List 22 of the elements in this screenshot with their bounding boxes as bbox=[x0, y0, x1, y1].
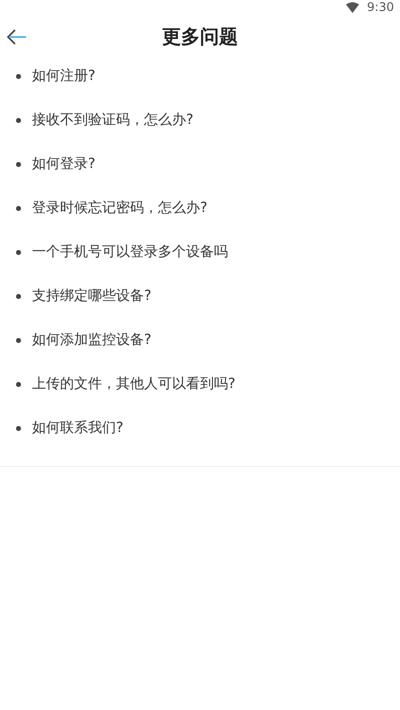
wifi-icon bbox=[346, 2, 360, 12]
page-title: 更多问题 bbox=[162, 24, 238, 50]
question-link[interactable]: 登录时候忘记密码，怎么办? bbox=[0, 186, 400, 230]
bullet-icon bbox=[16, 206, 21, 210]
bullet-icon bbox=[16, 294, 21, 298]
question-link[interactable]: 如何注册? bbox=[0, 54, 400, 98]
bullet-icon bbox=[16, 338, 21, 342]
back-arrow-icon bbox=[6, 29, 28, 45]
bullet-icon bbox=[16, 162, 21, 166]
bullet-icon bbox=[16, 74, 21, 78]
question-link[interactable]: 接收不到验证码，怎么办? bbox=[0, 98, 400, 142]
question-link[interactable]: 如何联系我们? bbox=[0, 406, 400, 450]
question-link[interactable]: 如何登录? bbox=[0, 142, 400, 186]
bullet-icon bbox=[16, 250, 21, 254]
status-time: 9:30 bbox=[367, 0, 394, 16]
question-link[interactable]: 上传的文件，其他人可以看到吗? bbox=[0, 362, 400, 406]
question-link[interactable]: 如何添加监控设备? bbox=[0, 318, 400, 362]
bullet-icon bbox=[16, 426, 21, 430]
question-link[interactable]: 一个手机号可以登录多个设备吗 bbox=[0, 230, 400, 274]
question-link[interactable]: 支持绑定哪些设备? bbox=[0, 274, 400, 318]
bullet-icon bbox=[16, 118, 21, 122]
bullet-icon bbox=[16, 382, 21, 386]
